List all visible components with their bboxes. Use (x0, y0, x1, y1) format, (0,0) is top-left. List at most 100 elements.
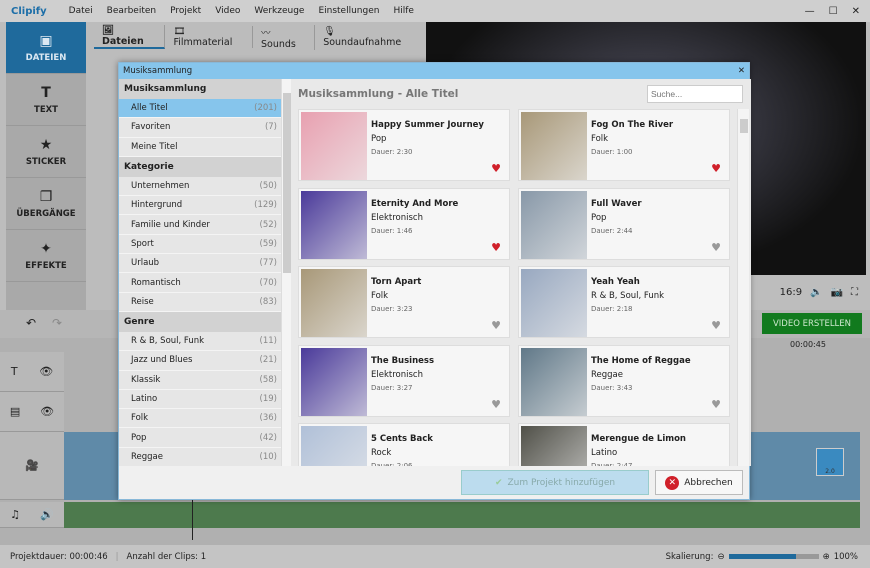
track-card[interactable]: Yeah Yeah R & B, Soul, Funk Dauer: 2:18 … (518, 266, 730, 338)
track-card[interactable]: Torn Apart Folk Dauer: 3:23 ♥ (298, 266, 510, 338)
item-count: (77) (259, 258, 277, 269)
track-card[interactable]: Happy Summer Journey Pop Dauer: 2:30 ♥ (298, 109, 510, 181)
film-icon: ▤ (9, 405, 21, 418)
zoom-slider[interactable] (728, 554, 819, 559)
heart-icon[interactable]: ♥ (491, 398, 501, 411)
track-genre: Pop (591, 212, 607, 223)
category-item[interactable]: R & B, Soul, Funk (11) (119, 332, 281, 352)
category-item[interactable]: Reise (83) (119, 293, 281, 312)
check-icon: ✔ (494, 477, 503, 488)
track-genre: R & B, Soul, Funk (591, 291, 665, 301)
track-card[interactable]: The Home of Reggae Reggae Dauer: 3:43 ♥ (518, 344, 730, 417)
category-scrollbar[interactable] (281, 79, 291, 466)
text-icon: T (41, 84, 51, 101)
track-thumbnail (521, 269, 587, 337)
category-item[interactable]: Latino (19) (119, 390, 281, 410)
track-card[interactable]: The Business Elektronisch Dauer: 3:27 ♥ (298, 344, 510, 417)
tab-soundaufnahme[interactable]: 🎙 Soundaufnahme (315, 26, 420, 48)
sidebar-item-uebergaenge[interactable]: ❐ ÜBERGÄNGE (6, 178, 86, 230)
close-icon[interactable]: ✕ (852, 6, 860, 17)
heart-icon[interactable]: ♥ (711, 319, 721, 332)
fullscreen-icon[interactable]: ⛶ (851, 287, 858, 298)
add-to-project-button[interactable]: ✔ Zum Projekt hinzufügen (461, 470, 649, 495)
track-card[interactable]: Fog On The River Folk Dauer: 1:00 ♥ (518, 109, 730, 181)
clips-label: Anzahl der Clips: (126, 551, 199, 562)
category-item[interactable]: Romantisch (70) (119, 273, 281, 293)
menu-projekt[interactable]: Projekt (170, 6, 201, 16)
track-card[interactable]: Merengue de Limon Latino Dauer: 2:47 ♥ (518, 423, 730, 466)
eye-icon[interactable]: 👁 (39, 365, 53, 378)
menu-einstellungen[interactable]: Einstellungen (318, 6, 379, 16)
item-label: Alle Titel (131, 103, 168, 114)
menu-hilfe[interactable]: Hilfe (393, 6, 413, 16)
close-icon[interactable]: ✕ (738, 66, 745, 76)
track-card[interactable]: 5 Cents Back Rock Dauer: 2:06 ♥ (298, 423, 510, 466)
category-item[interactable]: Folk (36) (119, 409, 281, 429)
item-label: Reise (131, 296, 154, 307)
tab-filmmaterial[interactable]: 🎞 Filmmaterial (165, 26, 254, 48)
track-duration: Dauer: 2:44 (591, 226, 633, 235)
category-item[interactable]: Pop (42) (119, 428, 281, 448)
undo-icon[interactable]: ↶ (26, 316, 36, 330)
sidebar-item-sticker[interactable]: ★ STICKER (6, 126, 86, 178)
track-scrollbar[interactable] (737, 109, 749, 466)
track-title: Torn Apart (371, 277, 422, 287)
item-label: Jazz und Blues (131, 355, 193, 366)
volume-icon[interactable]: 🔈 (810, 287, 822, 298)
menubar: Clipify Datei Bearbeiten Projekt Video W… (0, 0, 870, 22)
tab-dateien[interactable]: 🖼 Dateien (94, 25, 166, 49)
redo-icon[interactable]: ↷ (52, 316, 62, 330)
category-item[interactable]: Unternehmen (50) (119, 177, 281, 197)
track-card[interactable]: Full Waver Pop Dauer: 2:44 ♥ (518, 187, 730, 260)
menu-bearbeiten[interactable]: Bearbeiten (107, 6, 156, 16)
transition-badge[interactable]: 2.0 (816, 448, 844, 476)
heart-icon[interactable]: ♥ (711, 398, 721, 411)
category-item[interactable]: Hintergrund (129) (119, 196, 281, 216)
heart-icon[interactable]: ♥ (491, 241, 501, 254)
cancel-button[interactable]: ✕ Abbrechen (655, 470, 743, 495)
item-count: (7) (264, 122, 277, 133)
dialog-titlebar: Musiksammlung ✕ (119, 63, 749, 79)
heart-icon[interactable]: ♥ (711, 162, 721, 175)
category-item[interactable]: Familie und Kinder (52) (119, 215, 281, 235)
tab-label: Dateien (102, 36, 144, 47)
category-item[interactable]: Jazz und Blues (21) (119, 351, 281, 371)
maximize-icon[interactable]: ☐ (829, 6, 838, 17)
menu-datei[interactable]: Datei (69, 6, 93, 16)
track-genre: Folk (591, 134, 609, 144)
category-item[interactable]: Meine Titel (119, 138, 281, 157)
playhead[interactable] (192, 500, 193, 540)
create-video-button[interactable]: VIDEO ERSTELLEN (762, 313, 862, 334)
menu-video[interactable]: Video (215, 6, 240, 16)
tab-label: Soundaufnahme (323, 37, 402, 48)
item-count: (201) (254, 103, 277, 114)
sidebar-item-dateien[interactable]: ▣ DATEIEN (6, 22, 86, 74)
heart-icon[interactable]: ♥ (491, 319, 501, 332)
category-item[interactable]: Urlaub (77) (119, 254, 281, 274)
heart-icon[interactable]: ♥ (491, 162, 501, 175)
speaker-icon[interactable]: 🔊 (40, 508, 54, 521)
snapshot-icon[interactable]: 📷 (831, 287, 843, 298)
aspect-ratio-select[interactable]: 16:9 (780, 287, 802, 298)
heart-icon[interactable]: ♥ (711, 241, 721, 254)
track-thumbnail (521, 347, 587, 416)
minimize-icon[interactable]: — (805, 6, 815, 17)
zoom-out-icon[interactable]: ⊖ (717, 552, 724, 562)
tab-sounds[interactable]: 〰 Sounds (253, 24, 316, 50)
category-item[interactable]: Favoriten (7) (119, 118, 281, 138)
category-item[interactable]: Reggae (10) (119, 448, 281, 466)
eye-icon[interactable]: 👁 (40, 405, 54, 418)
menu-werkzeuge[interactable]: Werkzeuge (254, 6, 304, 16)
category-item[interactable]: Sport (59) (119, 235, 281, 255)
track-card[interactable]: Eternity And More Elektronisch Dauer: 1:… (298, 187, 510, 260)
search-input[interactable] (647, 85, 743, 103)
clips-value: 1 (200, 551, 207, 562)
item-count: (21) (259, 355, 277, 366)
category-item[interactable]: Klassik (58) (119, 371, 281, 390)
sidebar-item-effekte[interactable]: ✦ EFFEKTE (6, 230, 86, 282)
item-count: (19) (259, 394, 277, 404)
audio-waveform[interactable] (64, 502, 860, 528)
zoom-in-icon[interactable]: ⊕ (823, 552, 830, 562)
sidebar-item-text[interactable]: T TEXT (6, 74, 86, 126)
category-item[interactable]: Alle Titel (201) (119, 99, 281, 119)
